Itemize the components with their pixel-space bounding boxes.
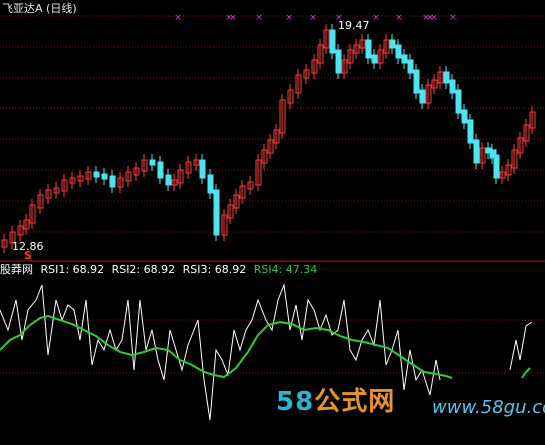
candle-body: [455, 89, 462, 114]
watermark-logo-number: 58: [276, 387, 315, 417]
candle-body: [419, 89, 426, 104]
stock-chart: × ×× × × × × × × ××× ×: [0, 13, 545, 421]
cross-marker: ×: [449, 13, 457, 23]
rsi1-value: RSI1: 68.92: [40, 263, 105, 276]
cross-marker: ×: [395, 13, 403, 23]
rsi4-value: RSI4: 47.34: [253, 263, 318, 276]
cross-marker: ×: [174, 13, 182, 23]
watermark-url: www.58gu.com: [432, 397, 545, 418]
candle-body: [371, 54, 378, 64]
indicator-source: 股莽网: [0, 263, 33, 276]
candle-body: [149, 159, 156, 166]
rsi2-value: RSI2: 68.92: [111, 263, 176, 276]
candle-body: [413, 69, 420, 94]
high-price-label: 19.47: [338, 19, 370, 32]
rsi-legend: 股莽网 RSI1: 68.92 RSI2: 68.92 RSI3: 68.92 …: [0, 263, 321, 276]
candle-body: [213, 189, 220, 236]
candle-body: [443, 71, 450, 84]
rsi3-value: RSI3: 68.92: [182, 263, 247, 276]
candle-body: [109, 175, 116, 188]
candle-body: [449, 79, 456, 94]
candle-body: [395, 44, 402, 59]
candle-body: [101, 173, 108, 180]
watermark-logo: 58公式网: [276, 389, 395, 415]
candle-body: [157, 161, 164, 179]
rsi-white-line-tail: [509, 321, 533, 371]
candle-body: [165, 174, 172, 186]
candle-body: [93, 171, 100, 178]
grid-lines: [0, 15, 545, 374]
candle-body: [461, 109, 468, 124]
candle-body: [389, 39, 396, 49]
signal-markers: × ×× × × × × × × ××× ×: [174, 13, 457, 23]
candle-body: [335, 49, 342, 74]
candle-body: [199, 159, 206, 179]
candle-body: [207, 174, 214, 194]
sell-signal-marker: S: [24, 249, 32, 262]
candle-body: [473, 139, 480, 164]
chart-title: 飞亚达A (日线): [2, 2, 77, 15]
candle-body: [401, 54, 408, 64]
cross-marker: ×: [309, 13, 317, 23]
candle-body: [407, 59, 414, 74]
cross-marker: ×: [430, 13, 438, 23]
cross-marker: ×: [285, 13, 293, 23]
candle-body: [329, 29, 336, 54]
cross-marker: ×: [372, 13, 380, 23]
watermark-logo-text: 公式网: [314, 387, 396, 417]
candle-body: [467, 119, 474, 144]
cross-marker: ×: [255, 13, 263, 23]
candle-body: [365, 39, 372, 59]
cross-marker: ×: [229, 13, 237, 23]
candle-body: [493, 154, 500, 179]
